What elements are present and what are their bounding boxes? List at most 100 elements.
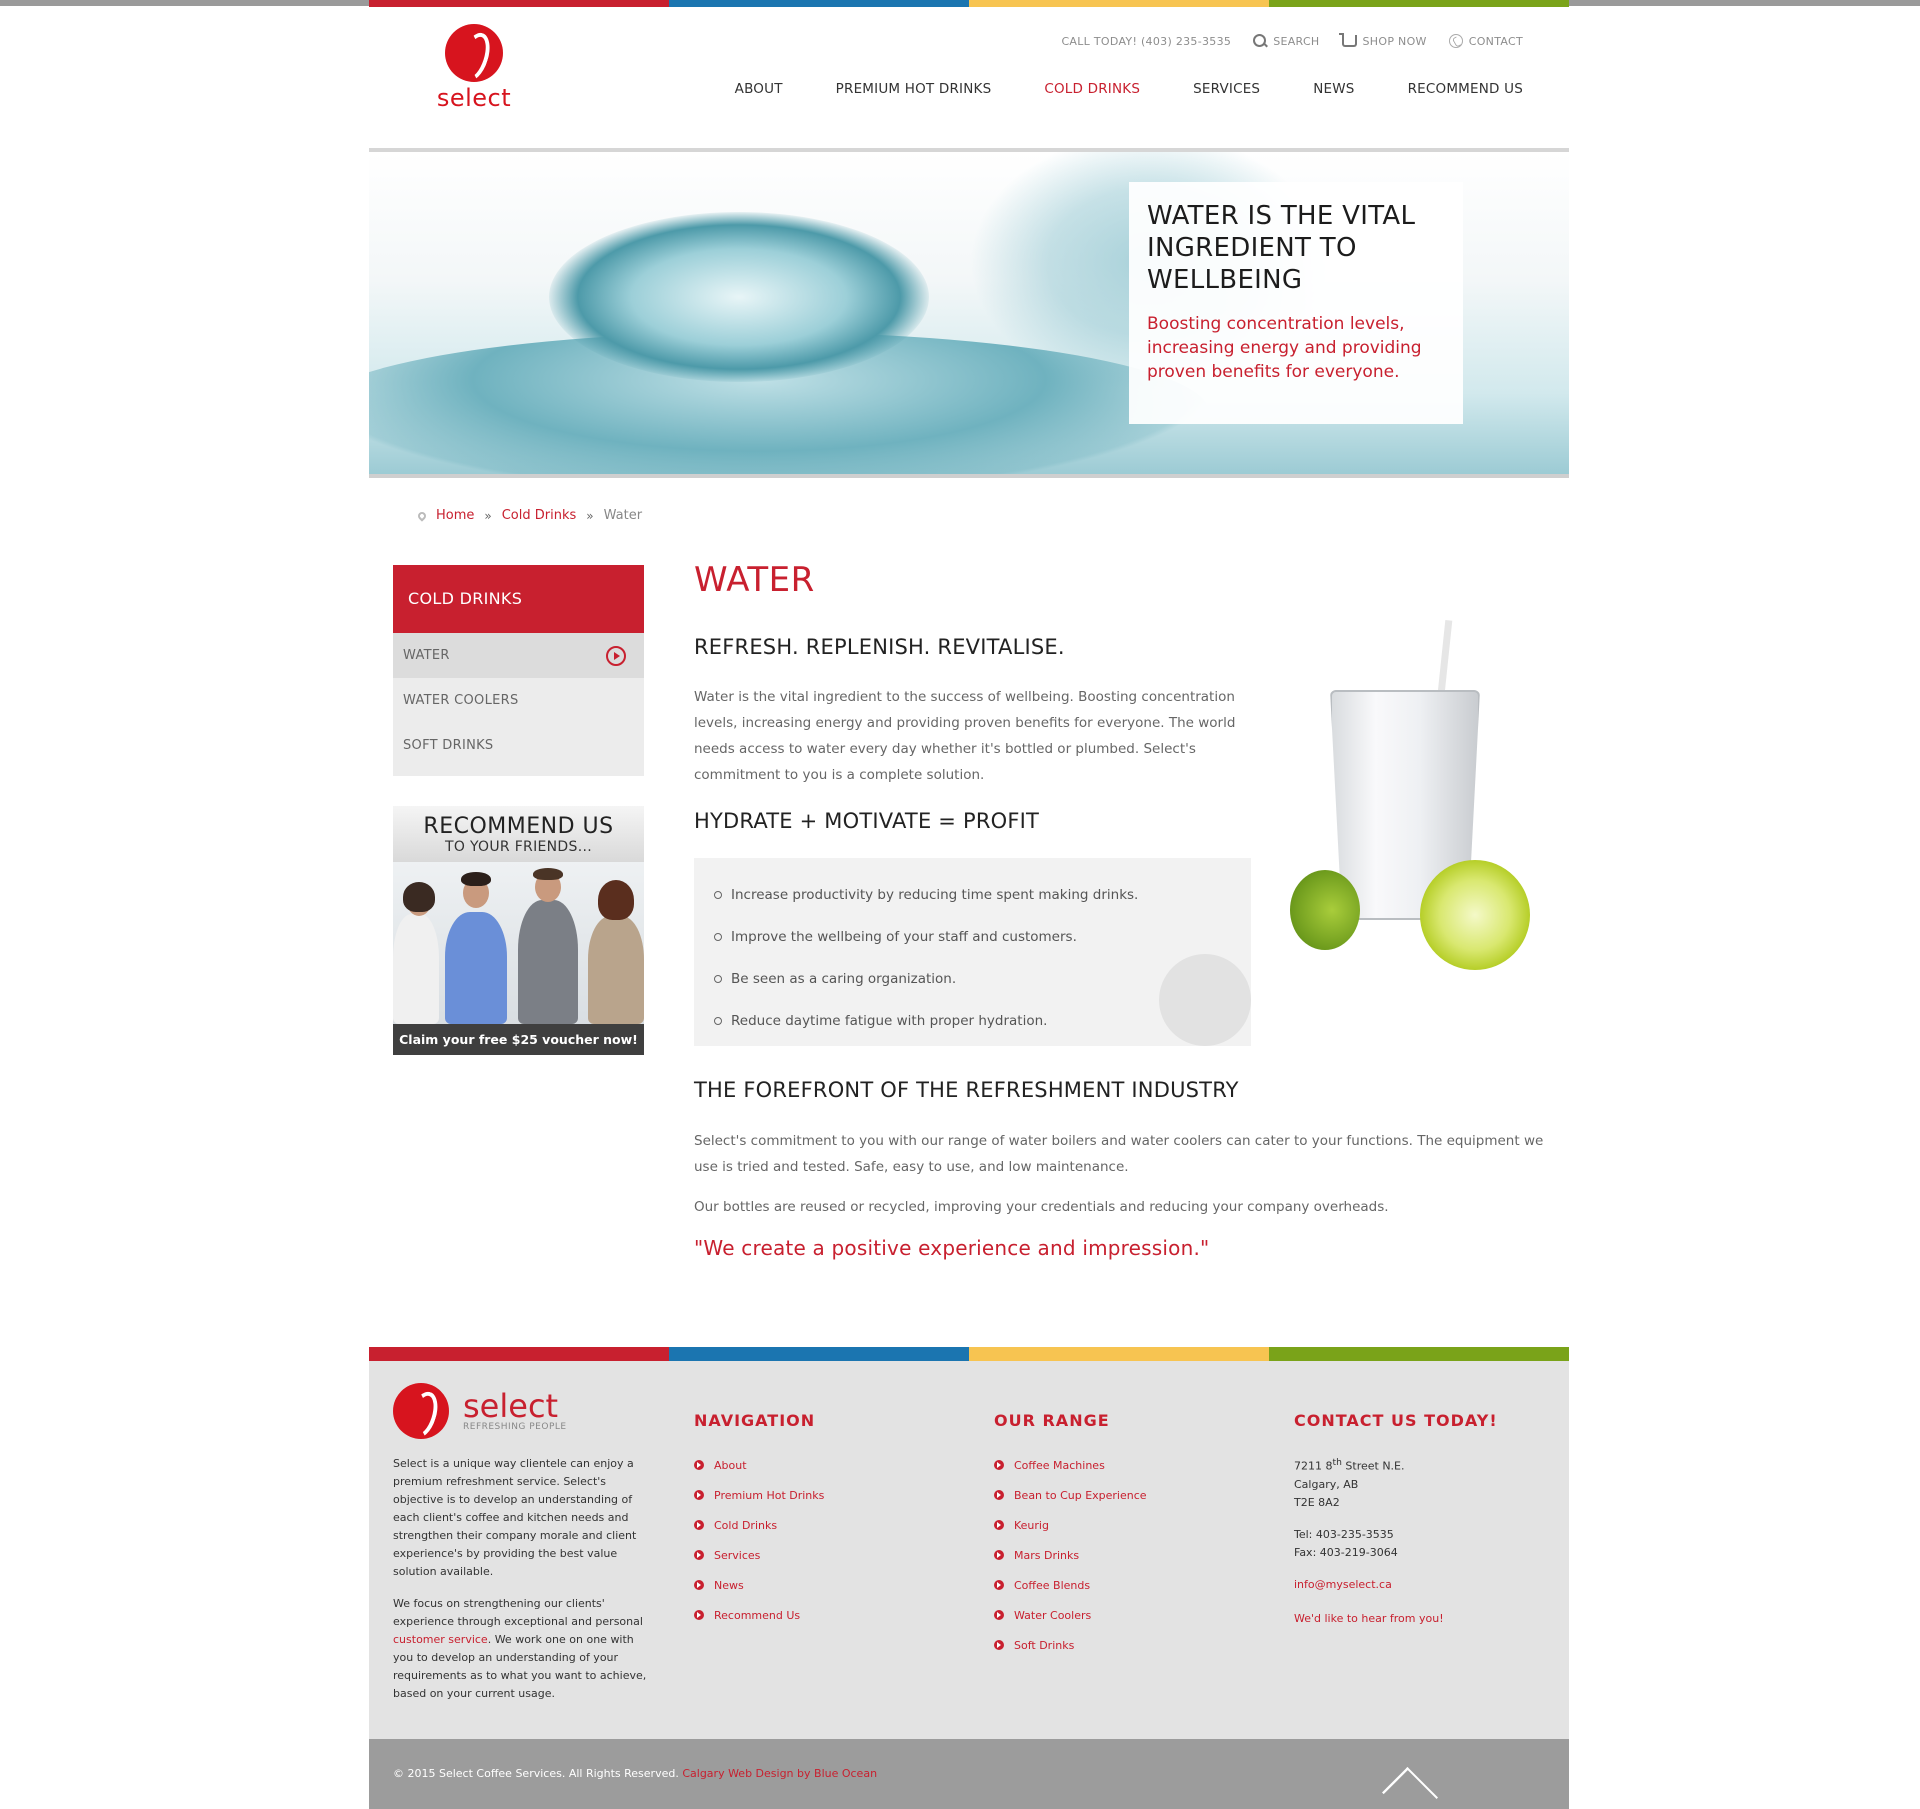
bottles-paragraph: Our bottles are reused or recycled, impr… [694,1199,1389,1215]
footer-link-label: Services [714,1548,761,1562]
lime-slice-right [1420,860,1530,970]
forefront-paragraph: Select's commitment to you with our rang… [694,1128,1554,1180]
footer-range-water-coolers[interactable]: Water Coolers [994,1600,1147,1630]
intro-paragraph: Water is the vital ingredient to the suc… [694,684,1254,788]
benefits-list: Increase productivity by reducing time s… [694,858,1251,1046]
sidebar-item-soft-drinks[interactable]: SOFT DRINKS [393,723,644,768]
footer-link-label: Premium Hot Drinks [714,1488,825,1502]
sidebar-list: WATER WATER COOLERS SOFT DRINKS [393,633,644,776]
footer-hear-from-you[interactable]: We'd like to hear from you! [1294,1610,1554,1628]
address-number: 7211 8 [1294,1459,1333,1473]
footer-tagline: REFRESHING PEOPLE [463,1422,567,1432]
lime-wedge-left [1290,870,1360,950]
benefit-item: Increase productivity by reducing time s… [714,874,1231,916]
intro-line-2: levels, increasing energy and providing … [694,715,1236,731]
footer-nav-services[interactable]: Services [694,1540,824,1570]
benefit-item: Be seen as a caring organization. [714,958,1231,1000]
footer-nav-list: About Premium Hot Drinks Cold Drinks Ser… [694,1450,824,1630]
benefit-item: Improve the wellbeing of your staff and … [714,916,1231,958]
intro-line-1: Water is the vital ingredient to the suc… [694,689,1235,705]
address-sup: th [1332,1457,1342,1468]
breadcrumb-home[interactable]: Home [436,508,474,523]
footer-range-keurig[interactable]: Keurig [994,1510,1147,1540]
glass-of-water-image [1290,620,1540,1000]
footer-logo[interactable]: select REFRESHING PEOPLE [393,1383,648,1439]
location-pin-icon [416,509,428,522]
breadcrumb: Home » Cold Drinks » Water [416,508,643,523]
footer-link-label: Recommend Us [714,1608,801,1622]
customer-service-link[interactable]: customer service [393,1633,488,1646]
footer-contact-title: CONTACT US TODAY! [1294,1411,1498,1430]
heading-forefront: THE FOREFRONT OF THE REFRESHMENT INDUSTR… [694,1078,1239,1102]
footer-range-coffee-machines[interactable]: Coffee Machines [994,1450,1147,1480]
footer-link-label: Bean to Cup Experience [1014,1488,1147,1502]
logo-watermark-icon [1159,954,1251,1046]
address-street: Street N.E. [1341,1459,1405,1473]
heading-refresh: REFRESH. REPLENISH. REVITALISE. [694,635,1065,659]
breadcrumb-separator: » [586,508,594,523]
footer-email[interactable]: info@myselect.ca [1294,1576,1554,1594]
footer-color-stripe [369,1347,1569,1361]
footer-nav-title: NAVIGATION [694,1411,816,1430]
footer-fax: Fax: 403-219-3064 [1294,1545,1398,1559]
footer-range-bean-to-cup[interactable]: Bean to Cup Experience [994,1480,1147,1510]
play-circle-icon [606,646,626,666]
footer-link-label: News [714,1578,744,1592]
forefront-line-1: Select's commitment to you with our rang… [694,1133,1544,1149]
footer-range-coffee-blends[interactable]: Coffee Blends [994,1570,1147,1600]
main-content: WATER REFRESH. REPLENISH. REVITALISE. Wa… [694,560,1554,1260]
footer-nav-cold-drinks[interactable]: Cold Drinks [694,1510,824,1540]
breadcrumb-current: Water [603,508,643,523]
footer-about-p2: We focus on strengthening our clients' e… [393,1595,648,1703]
sidebar-item-label: WATER COOLERS [403,693,519,708]
footer-link-label: Cold Drinks [714,1518,778,1532]
footer-navigation: NAVIGATION About Premium Hot Drinks Cold… [694,1411,824,1630]
promo-voucher-button[interactable]: Claim your free $25 voucher now! [393,1024,644,1055]
arrow-circle-icon [994,1520,1004,1530]
heading-hydrate: HYDRATE + MOTIVATE = PROFIT [694,809,1040,833]
web-design-credit-link[interactable]: Calgary Web Design by Blue Ocean [682,1767,877,1780]
copyright-text: © 2015 Select Coffee Services. All Right… [393,1767,877,1780]
footer-link-label: Water Coolers [1014,1608,1092,1622]
arrow-circle-icon [994,1550,1004,1560]
arrow-circle-icon [694,1520,704,1530]
arrow-circle-icon [994,1580,1004,1590]
sidebar-item-water-coolers[interactable]: WATER COOLERS [393,678,644,723]
footer-link-label: Coffee Blends [1014,1578,1091,1592]
logo-icon [393,1383,449,1439]
sidebar-item-label: SOFT DRINKS [403,738,494,753]
sidebar-menu: COLD DRINKS WATER WATER COOLERS SOFT DRI… [393,565,644,776]
about-p2-part-a: We focus on strengthening our clients' e… [393,1597,643,1628]
page-title: WATER [694,560,815,600]
address-line-1: 7211 8th Street N.E. [1294,1454,1554,1476]
site-footer: select REFRESHING PEOPLE Select is a uni… [369,1361,1569,1739]
quote: "We create a positive experience and imp… [694,1236,1210,1260]
footer-about-p1: Select is a unique way clientele can enj… [393,1457,637,1578]
footer-contact: CONTACT US TODAY! 7211 8th Street N.E. C… [1294,1411,1554,1628]
footer-range-mars-drinks[interactable]: Mars Drinks [994,1540,1147,1570]
arrow-circle-icon [694,1550,704,1560]
footer-about: select REFRESHING PEOPLE Select is a uni… [393,1383,648,1703]
promo-title: RECOMMEND US [423,814,614,839]
arrow-circle-icon [694,1460,704,1470]
footer-link-label: Coffee Machines [1014,1458,1105,1472]
scroll-to-top-icon[interactable] [1381,1766,1439,1809]
sidebar-item-water[interactable]: WATER [393,633,644,678]
footer-nav-premium-hot-drinks[interactable]: Premium Hot Drinks [694,1480,824,1510]
benefit-item: Reduce daytime fatigue with proper hydra… [714,1000,1231,1042]
sidebar-title: COLD DRINKS [393,565,644,633]
arrow-circle-icon [994,1490,1004,1500]
intro-line-4: commitment to you is a complete solution… [694,767,985,783]
footer-range-title: OUR RANGE [994,1411,1110,1430]
footer-nav-recommend-us[interactable]: Recommend Us [694,1600,824,1630]
copyright-label: © 2015 Select Coffee Services. All Right… [393,1767,679,1780]
footer-nav-about[interactable]: About [694,1450,824,1480]
footer-nav-news[interactable]: News [694,1570,824,1600]
breadcrumb-separator: » [484,508,492,523]
footer-tel[interactable]: Tel: 403-235-3535 [1294,1526,1554,1544]
breadcrumb-cold-drinks[interactable]: Cold Drinks [502,508,577,523]
footer-link-label: About [714,1458,747,1472]
recommend-us-promo[interactable]: RECOMMEND US TO YOUR FRIENDS... Claim yo… [393,806,644,1055]
arrow-circle-icon [994,1460,1004,1470]
footer-range-soft-drinks[interactable]: Soft Drinks [994,1630,1147,1660]
